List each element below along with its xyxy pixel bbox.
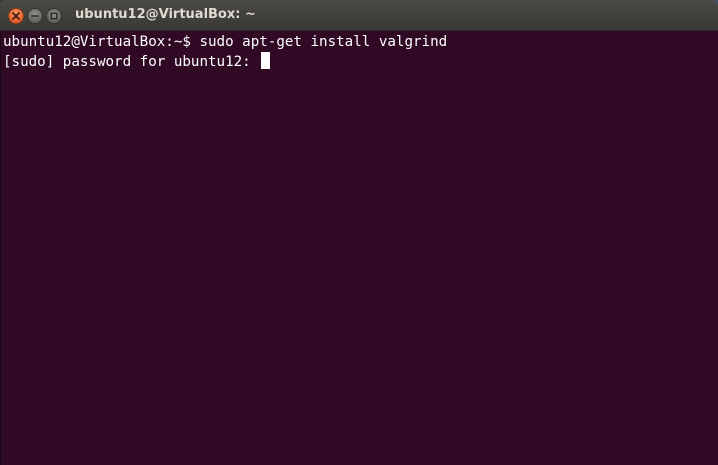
- title-bar[interactable]: ubuntu12@VirtualBox: ~: [0, 0, 718, 31]
- window-border: [0, 31, 1, 465]
- terminal-window: ubuntu12@VirtualBox: ~ ubuntu12@VirtualB…: [0, 0, 718, 465]
- maximize-icon: [50, 12, 58, 20]
- terminal-line-prompt: [sudo] password for ubuntu12:: [3, 52, 718, 71]
- minimize-icon: [31, 15, 39, 17]
- window-controls: [8, 8, 62, 24]
- terminal-line-command: ubuntu12@VirtualBox:~$ sudo apt-get inst…: [3, 34, 448, 50]
- maximize-button[interactable]: [46, 8, 62, 24]
- close-button[interactable]: [8, 8, 24, 24]
- terminal-output[interactable]: ubuntu12@VirtualBox:~$ sudo apt-get inst…: [0, 31, 718, 465]
- window-title: ubuntu12@VirtualBox: ~: [75, 7, 256, 22]
- text-cursor: [261, 52, 271, 69]
- password-prompt: [sudo] password for ubuntu12:: [3, 54, 260, 70]
- close-icon: [12, 12, 20, 20]
- minimize-button[interactable]: [27, 8, 43, 24]
